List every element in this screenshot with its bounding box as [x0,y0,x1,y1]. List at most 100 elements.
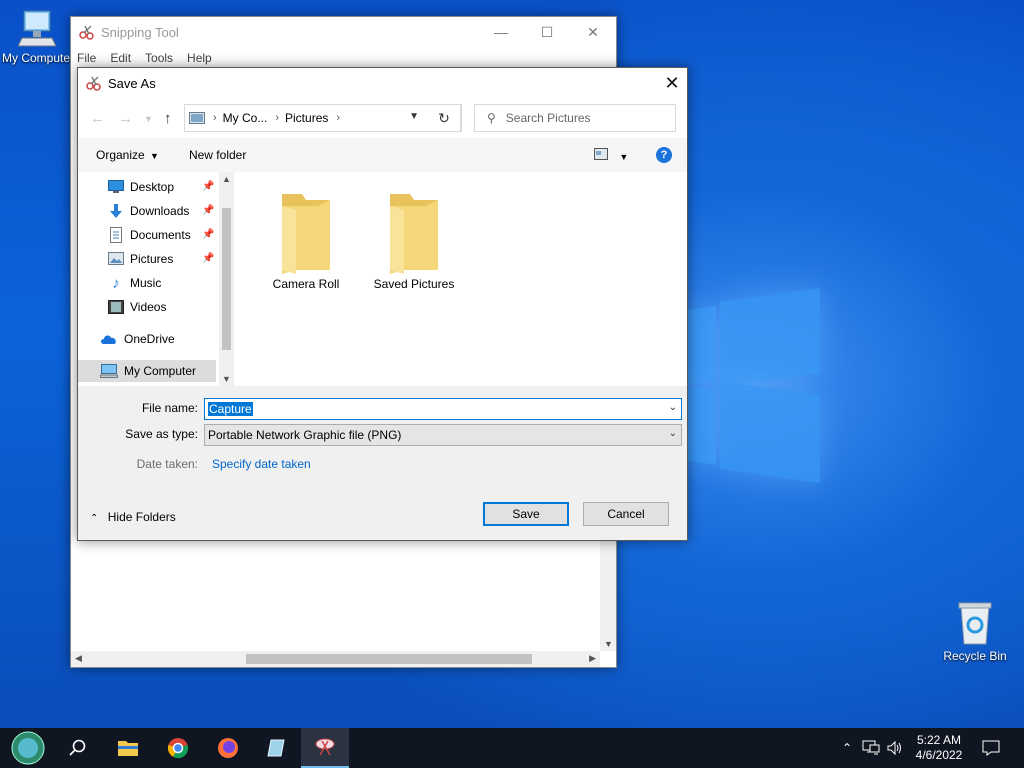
network-button[interactable] [860,728,882,768]
scroll-thumb[interactable] [246,654,532,664]
file-explorer-button[interactable] [104,728,152,768]
desktop-icon-my-computer[interactable]: My Computer [0,8,78,65]
search-button[interactable] [54,728,102,768]
scissors-icon [86,76,101,91]
cancel-button[interactable]: Cancel [583,502,669,526]
recent-locations-chevron-icon[interactable]: ▼ [144,114,153,124]
save-button[interactable]: Save [483,502,569,526]
pin-icon[interactable]: 📌 [202,229,214,240]
nav-item-documents[interactable]: Documents [108,224,216,246]
folder-icon [390,194,438,274]
notepad-icon [267,739,285,757]
nav-item-label: Videos [130,300,167,314]
desktop-icon-label: My Computer [1,51,75,65]
firefox-icon [218,738,238,758]
network-icon [862,740,880,755]
maximize-button[interactable]: ☐ [524,17,570,47]
show-hidden-icons-button[interactable]: ⌃ [838,728,856,768]
snipping-tool-taskbar-button[interactable] [301,728,349,768]
menu-bar: File Edit Tools Help [71,47,616,69]
start-orb-icon [11,731,45,765]
save-as-type-select[interactable]: Portable Network Graphic file (PNG) ⌄ [204,424,682,446]
folder-label: Camera Roll [272,277,340,291]
dialog-close-button[interactable]: ✕ [657,68,687,98]
start-button[interactable] [4,728,52,768]
folder-icon [282,194,330,274]
chevron-down-icon[interactable]: ⌄ [669,428,677,439]
folder-camera-roll[interactable]: Camera Roll [258,190,354,291]
action-center-button[interactable] [978,728,1004,768]
nav-item-label: My Computer [124,364,197,378]
navigation-pane: Desktop 📌 Downloads 📌 Documents 📌 Pictur… [78,172,234,446]
scroll-down-icon[interactable]: ▼ [222,374,231,384]
folder-saved-pictures[interactable]: Saved Pictures [366,190,462,291]
new-folder-button[interactable]: New folder [189,148,246,162]
firefox-button[interactable] [204,728,252,768]
up-arrow-icon[interactable]: ↑ [164,110,172,127]
pin-icon[interactable]: 📌 [202,253,214,264]
file-name-value: Capture [208,402,253,416]
nav-item-pictures[interactable]: Pictures [108,248,216,270]
hide-folders-button[interactable]: ⌃ Hide Folders [90,510,176,524]
pin-icon[interactable]: 📌 [202,181,214,192]
chrome-button[interactable] [154,728,202,768]
organize-button[interactable]: Organize ▼ [96,148,159,162]
help-icon[interactable]: ? [656,147,672,163]
nav-item-my-computer[interactable]: My Computer [78,360,216,382]
nav-item-videos[interactable]: Videos [108,296,216,318]
music-icon: ♪ [112,274,120,292]
nav-item-onedrive[interactable]: OneDrive [100,328,216,350]
clock[interactable]: 5:22 AM 4/6/2022 [906,728,972,768]
breadcrumb-pictures[interactable]: Pictures [285,111,328,125]
breadcrumb-chevron-icon[interactable]: › [336,112,340,124]
pin-icon[interactable]: 📌 [202,205,214,216]
refresh-button[interactable]: ↻ [428,104,461,132]
horizontal-scrollbar[interactable]: ◀ ▶ [71,651,600,667]
scroll-left-icon[interactable]: ◀ [75,653,82,664]
menu-edit[interactable]: Edit [110,51,131,65]
notepad-button[interactable] [252,728,300,768]
menu-help[interactable]: Help [187,51,212,65]
clock-date: 4/6/2022 [915,748,963,762]
close-button[interactable]: ✕ [570,17,616,47]
date-taken-label: Date taken: [136,457,198,471]
scroll-right-icon[interactable]: ▶ [589,653,596,664]
search-icon: ⚲ [487,111,496,125]
desktop-icon-label: Recycle Bin [943,649,1007,663]
scroll-thumb[interactable] [222,208,231,350]
desktop-icon-recycle-bin[interactable]: Recycle Bin [935,600,1015,663]
save-form: File name: Capture ⌄ Save as type: Porta… [78,386,687,540]
breadcrumb-chevron-icon[interactable]: › [213,112,217,124]
nav-item-label: Pictures [130,252,174,266]
menu-file[interactable]: File [77,51,96,65]
nav-item-music[interactable]: ♪ Music [108,272,216,294]
nav-pane-scrollbar[interactable]: ▲ ▼ [219,172,234,386]
chevron-down-icon[interactable]: ⌄ [669,402,677,413]
search-placeholder: Search Pictures [505,111,591,125]
scroll-down-icon[interactable]: ▼ [604,639,613,649]
volume-icon [887,740,901,756]
menu-tools[interactable]: Tools [145,51,173,65]
volume-button[interactable] [884,728,906,768]
save-as-type-value: Portable Network Graphic file (PNG) [208,428,402,442]
save-as-type-label: Save as type: [125,427,198,441]
nav-item-desktop[interactable]: Desktop [108,176,216,198]
save-as-dialog: Save As ✕ ← → ▼ ↑ › My Co... › Pictures … [77,67,688,541]
clock-time: 5:22 AM [916,733,962,747]
nav-item-downloads[interactable]: Downloads [108,200,216,222]
minimize-button[interactable]: — [478,17,524,47]
address-bar[interactable]: › My Co... › Pictures › ▼ [184,104,462,132]
breadcrumb-chevron-icon[interactable]: › [275,112,279,124]
file-explorer-icon [118,741,138,756]
forward-arrow-icon[interactable]: → [118,110,133,127]
specify-date-link[interactable]: Specify date taken [212,457,311,471]
scroll-up-icon[interactable]: ▲ [222,174,231,184]
search-box[interactable]: ⚲ Search Pictures [474,104,676,132]
navigation-bar: ← → ▼ ↑ › My Co... › Pictures › ▼ ↻ ⚲ Se… [78,98,687,138]
view-options-button[interactable]: ▼ [594,148,628,163]
back-arrow-icon[interactable]: ← [90,110,105,127]
folder-label: Saved Pictures [373,277,455,291]
address-dropdown-icon[interactable]: ▼ [409,111,419,122]
file-name-input[interactable]: Capture ⌄ [204,398,682,420]
breadcrumb-my-computer[interactable]: My Co... [223,111,268,125]
